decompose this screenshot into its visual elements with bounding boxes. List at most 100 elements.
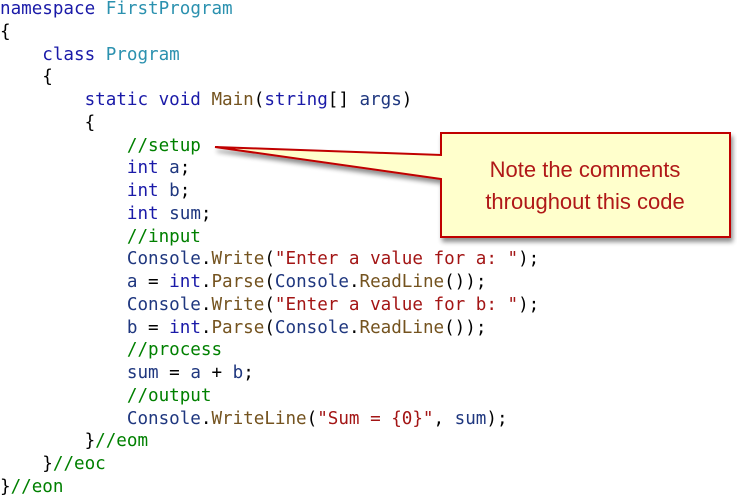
- code-token-ident: args: [359, 90, 402, 110]
- code-token-punct: );: [518, 294, 540, 315]
- code-token-punct: [0, 363, 127, 383]
- code-line: a = int.Parse(Console.ReadLine());: [0, 271, 539, 294]
- code-line: }//eom: [0, 430, 539, 453]
- code-token-punct: .: [200, 408, 212, 429]
- code-token-comment: //eom: [95, 431, 149, 452]
- code-line: sum = a + b;: [0, 362, 539, 385]
- code-token-method: Parse: [211, 272, 265, 292]
- code-token-punct: (: [264, 249, 275, 270]
- code-token-ident: Console: [126, 408, 201, 429]
- code-token-punct: =: [137, 317, 170, 338]
- code-token-punct: [0, 409, 127, 429]
- code-line: Console.Write("Enter a value for a: ");: [0, 248, 539, 271]
- code-token-punct: (: [264, 317, 275, 338]
- code-token-comment: //input: [0, 226, 201, 247]
- code-token-punct: ;: [179, 158, 191, 179]
- code-token-keyword: int: [169, 272, 201, 292]
- code-token-ident: Console: [274, 317, 349, 338]
- code-token-comment: //output: [0, 385, 212, 406]
- code-token-punct: [0, 272, 127, 292]
- code-token-punct: {: [0, 21, 11, 42]
- code-token-type: FirstProgram: [105, 0, 233, 19]
- code-token-string: "Sum = {0}": [317, 408, 434, 429]
- code-token-punct: .: [348, 317, 360, 338]
- code-token-type: Program: [105, 44, 180, 65]
- code-token-ident: sum: [454, 408, 487, 429]
- code-line: //output: [0, 385, 539, 408]
- code-token-comment: //eoc: [52, 454, 106, 474]
- code-line: Console.Write("Enter a value for b: ");: [0, 294, 539, 317]
- code-token-ident: a: [169, 158, 180, 179]
- code-token-ident: a: [126, 272, 138, 292]
- code-token-punct: [0, 249, 127, 269]
- code-token-punct: (: [264, 294, 275, 315]
- code-token-punct: ;: [200, 203, 212, 224]
- code-line: Console.WriteLine("Sum = {0}", sum);: [0, 408, 539, 431]
- code-token-punct: ): [401, 90, 413, 110]
- code-token-method: Write: [211, 294, 265, 315]
- code-listing: namespace FirstProgram{ class Program { …: [0, 0, 539, 499]
- code-token-keyword: class: [0, 44, 106, 65]
- code-token-keyword: static void: [0, 90, 212, 110]
- code-token-punct: }: [0, 476, 11, 497]
- code-token-punct: (: [306, 408, 318, 429]
- code-token-punct: ;: [243, 363, 254, 383]
- code-token-ident: b: [232, 363, 244, 383]
- code-token-punct: [0, 295, 127, 315]
- code-token-punct: ;: [179, 181, 191, 201]
- code-token-punct: =: [158, 363, 191, 383]
- code-token-ident: a: [190, 363, 201, 383]
- code-token-string: "Enter a value for a: ": [274, 249, 519, 270]
- code-token-method: Main: [211, 90, 254, 110]
- code-token-punct: .: [348, 272, 360, 292]
- code-token-keyword: int: [169, 317, 201, 338]
- code-token-method: Parse: [211, 317, 265, 338]
- code-token-punct: [0, 318, 127, 338]
- code-token-punct: );: [518, 249, 540, 270]
- code-token-keyword: int: [0, 203, 170, 224]
- code-line: }//eon: [0, 476, 539, 499]
- code-token-keyword: int: [0, 158, 170, 179]
- code-token-ident: Console: [126, 249, 201, 270]
- code-token-punct: []: [327, 90, 360, 110]
- code-token-punct: ());: [444, 317, 487, 338]
- callout-text: Note the comments throughout this code: [442, 136, 728, 235]
- code-token-punct: {: [0, 67, 53, 88]
- code-token-method: ReadLine: [359, 317, 445, 338]
- code-token-punct: }: [0, 431, 96, 452]
- code-line: }//eoc: [0, 453, 539, 476]
- code-line: {: [0, 21, 539, 44]
- code-token-punct: );: [486, 408, 508, 429]
- code-token-ident: sum: [169, 203, 201, 224]
- code-token-keyword: namespace: [0, 0, 106, 19]
- code-token-punct: .: [200, 294, 212, 315]
- code-token-method: Write: [211, 249, 265, 270]
- code-line: b = int.Parse(Console.ReadLine());: [0, 317, 539, 340]
- code-token-punct: (: [253, 90, 265, 110]
- code-token-keyword: int: [0, 181, 170, 201]
- code-token-ident: Console: [126, 294, 201, 315]
- code-token-comment: //setup: [0, 135, 201, 156]
- code-line: //process: [0, 339, 539, 362]
- callout-line-2: throughout this code: [485, 188, 685, 214]
- code-token-ident: Console: [274, 272, 349, 292]
- code-token-ident: b: [126, 317, 138, 338]
- code-token-method: ReadLine: [359, 272, 445, 292]
- code-token-method: WriteLine: [211, 408, 307, 429]
- code-line: {: [0, 66, 539, 89]
- code-token-punct: }: [0, 454, 53, 474]
- code-token-comment: //process: [0, 340, 223, 361]
- code-token-punct: (: [264, 272, 275, 292]
- code-token-punct: +: [200, 363, 233, 383]
- code-token-ident: b: [169, 181, 180, 201]
- code-line: static void Main(string[] args): [0, 89, 539, 112]
- code-token-string: "Enter a value for b: ": [274, 294, 519, 315]
- code-token-keyword: string: [264, 90, 328, 110]
- code-line: class Program: [0, 44, 539, 67]
- code-token-punct: =: [137, 272, 170, 292]
- code-token-punct: ,: [433, 408, 455, 429]
- code-line: namespace FirstProgram: [0, 0, 539, 21]
- code-token-ident: sum: [126, 363, 159, 383]
- code-token-comment: //eon: [10, 476, 64, 497]
- code-token-punct: {: [0, 112, 96, 133]
